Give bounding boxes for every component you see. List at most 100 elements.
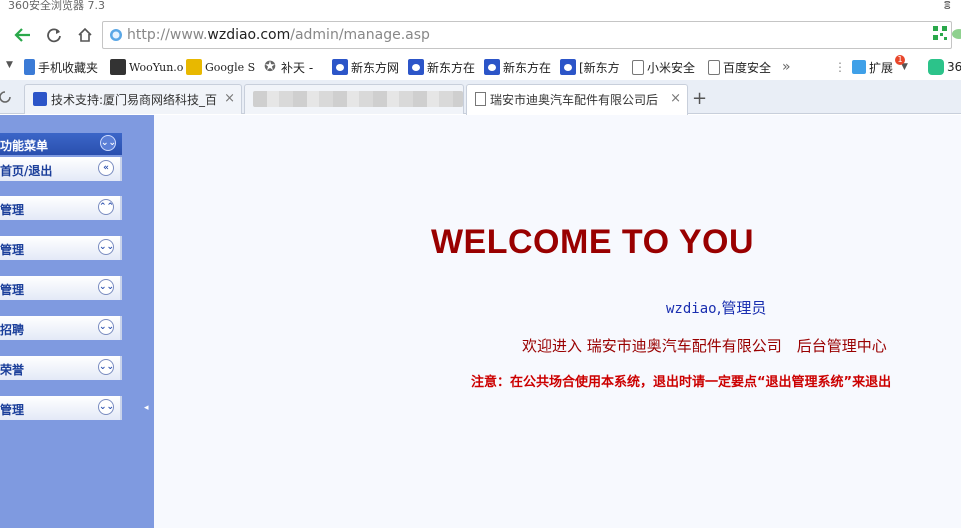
function-menu-sidebar: 功能菜单 ⌄⌄ 首页/退出 « 管理 ⌃⌃ 管理 ⌄⌄ 管理 ⌄⌄ 招聘 ⌄⌄ … xyxy=(0,115,154,528)
chevron-double-down-icon: ⌄⌄ xyxy=(98,399,114,415)
bookmark-label: 新东方在 xyxy=(503,60,552,75)
globe-icon xyxy=(110,29,122,41)
paw-icon xyxy=(33,92,47,106)
sidebar-collapse-arrow-icon[interactable]: ◂ xyxy=(144,403,149,413)
bookmark-label: 新东方在 xyxy=(427,60,476,75)
document-icon xyxy=(632,59,644,75)
paw-icon xyxy=(560,59,576,75)
star-icon: ✪ xyxy=(264,59,276,75)
address-url[interactable]: http://www.wzdiao.com/admin/manage.asp xyxy=(127,27,430,43)
chevron-double-down-icon: ⌄⌄ xyxy=(98,319,114,335)
chevron-double-down-icon: ⌄⌄ xyxy=(100,135,116,151)
menu-item-label: 管理 xyxy=(0,203,25,217)
bookmark-label: WooYun.o xyxy=(129,60,184,74)
tab-label: 技术支持:厦门易商网络科技_百 xyxy=(51,93,218,107)
menu-item-label: 招聘 xyxy=(0,323,25,337)
url-domain: wzdiao.com xyxy=(207,27,291,43)
tab-close-button[interactable]: × xyxy=(670,91,681,106)
menu-item-label: 管理 xyxy=(0,403,25,417)
menu-item-recruitment[interactable]: 招聘 ⌄⌄ xyxy=(0,316,122,340)
bookmark-item[interactable]: 百度安全 xyxy=(708,58,771,76)
paw-icon xyxy=(332,59,348,75)
qr-code-icon[interactable] xyxy=(933,26,947,40)
menu-item-honors[interactable]: 荣誉 ⌄⌄ xyxy=(0,356,122,380)
restore-tab-icon[interactable] xyxy=(0,90,12,104)
reload-button[interactable] xyxy=(41,22,67,48)
wooyun-icon xyxy=(110,59,126,75)
url-path: /admin/manage.asp xyxy=(290,27,430,43)
phone-icon xyxy=(24,59,35,75)
menu-item-manage-2[interactable]: 管理 ⌄⌄ xyxy=(0,236,122,260)
chevron-double-up-icon: ⌃⌃ xyxy=(98,199,114,215)
menu-item-manage-3[interactable]: 管理 ⌄⌄ xyxy=(0,276,122,300)
menu-item-label: 首页/退出 xyxy=(0,164,53,178)
bookmarks-bar: ▼ 手机收藏夹 WooYun.o Google S ✪ 补天 - 新东方网 新东方… xyxy=(0,52,961,80)
bookmark-item[interactable]: 新东方在 xyxy=(408,58,475,76)
username: wzdiao xyxy=(666,301,717,317)
navigation-bar: http://www.wzdiao.com/admin/manage.asp xyxy=(0,18,961,52)
home-icon xyxy=(78,27,92,42)
tab-tech-support[interactable]: 技术支持:厦门易商网络科技_百 × xyxy=(24,84,242,114)
menu-item-manage-4[interactable]: 管理 ⌄⌄ xyxy=(0,396,122,420)
paw-icon xyxy=(484,59,500,75)
bookmarks-overflow-button[interactable]: » xyxy=(782,58,791,76)
main-content: WELCOME TO YOU wzdiao,管理员 欢迎进入 瑞安市迪奥汽车配件… xyxy=(154,115,961,528)
tab-bar: 技术支持:厦门易商网络科技_百 × 瑞安市迪奥汽车配件有限公司后 × + xyxy=(0,80,961,115)
security-notice: 注意：在公共场合使用本系统，退出时请一定要点“退出管理系统”来退出 xyxy=(471,375,892,390)
back-arrow-icon xyxy=(14,28,30,42)
bookmark-label: 补天 - xyxy=(281,60,314,75)
back-button[interactable] xyxy=(10,22,36,48)
window-menu-glyph[interactable]: ⴻ xyxy=(943,0,951,12)
new-tab-button[interactable]: + xyxy=(692,88,707,109)
home-button[interactable] xyxy=(72,22,98,48)
chevron-double-down-icon: ⌄⌄ xyxy=(98,239,114,255)
menu-item-label: 荣誉 xyxy=(0,363,25,377)
menu-header[interactable]: 功能菜单 ⌄⌄ xyxy=(0,133,122,155)
extensions-badge: 1 xyxy=(895,55,905,65)
more-dots-icon[interactable]: ⋮ xyxy=(834,58,846,76)
extensions-grid-icon xyxy=(852,60,866,74)
bookmark-label: 新东方网 xyxy=(351,60,400,75)
bookmark-item[interactable]: [新东方 xyxy=(560,58,620,76)
tab-manage-active[interactable]: 瑞安市迪奥汽车配件有限公司后 × xyxy=(466,84,688,115)
bookmarks-menu-arrow-icon[interactable]: ▼ xyxy=(6,60,13,70)
user-role: ,管理员 xyxy=(716,299,767,317)
bookmark-item[interactable]: 新东方在 xyxy=(484,58,551,76)
menu-item-manage-1[interactable]: 管理 ⌃⌃ xyxy=(0,196,122,220)
browser-title: 360安全浏览器 7.3 xyxy=(8,0,105,12)
bookmark-item[interactable]: Google S xyxy=(186,58,255,76)
bookmark-item[interactable]: ✪ 补天 - xyxy=(262,58,313,76)
bookmark-item[interactable]: 小米安全 xyxy=(632,58,695,76)
extension-360-button[interactable]: 360 xyxy=(928,58,961,76)
bookmark-item[interactable]: 新东方网 xyxy=(332,58,399,76)
leaf-icon[interactable] xyxy=(951,26,961,42)
google-icon xyxy=(186,59,202,75)
extension-360-label: 360 xyxy=(947,60,961,74)
tab-close-button[interactable]: × xyxy=(224,91,235,106)
bookmark-item[interactable]: 手机收藏夹 xyxy=(24,58,98,76)
address-bar[interactable]: http://www.wzdiao.com/admin/manage.asp xyxy=(102,21,952,49)
tab-label: 瑞安市迪奥汽车配件有限公司后 xyxy=(490,93,659,107)
user-line: wzdiao,管理员 xyxy=(666,297,766,318)
chevron-double-down-icon: ⌄⌄ xyxy=(98,279,114,295)
360-icon xyxy=(928,59,944,75)
tab-hidden[interactable] xyxy=(244,84,464,114)
document-icon xyxy=(475,92,486,106)
welcome-heading: WELCOME TO YOU xyxy=(430,223,755,261)
bookmark-item[interactable]: WooYun.o xyxy=(110,58,183,76)
chevron-double-left-icon: « xyxy=(98,160,114,176)
welcome-message: 欢迎进入 瑞安市迪奥汽车配件有限公司 后台管理中心 xyxy=(522,337,887,355)
url-prefix: http://www. xyxy=(127,27,208,43)
blurred-tab-title xyxy=(253,91,463,107)
extensions-label: 扩展 xyxy=(869,60,894,75)
paw-icon xyxy=(408,59,424,75)
menu-item-label: 管理 xyxy=(0,283,25,297)
menu-item-label: 管理 xyxy=(0,243,25,257)
bookmark-label: 手机收藏夹 xyxy=(38,60,99,75)
reload-icon xyxy=(47,28,61,43)
bookmark-label: Google S xyxy=(205,60,256,74)
document-icon xyxy=(708,59,720,75)
chevron-double-down-icon: ⌄⌄ xyxy=(98,359,114,375)
menu-item-home-logout[interactable]: 首页/退出 « xyxy=(0,157,122,181)
bookmark-label: 小米安全 xyxy=(647,60,696,75)
